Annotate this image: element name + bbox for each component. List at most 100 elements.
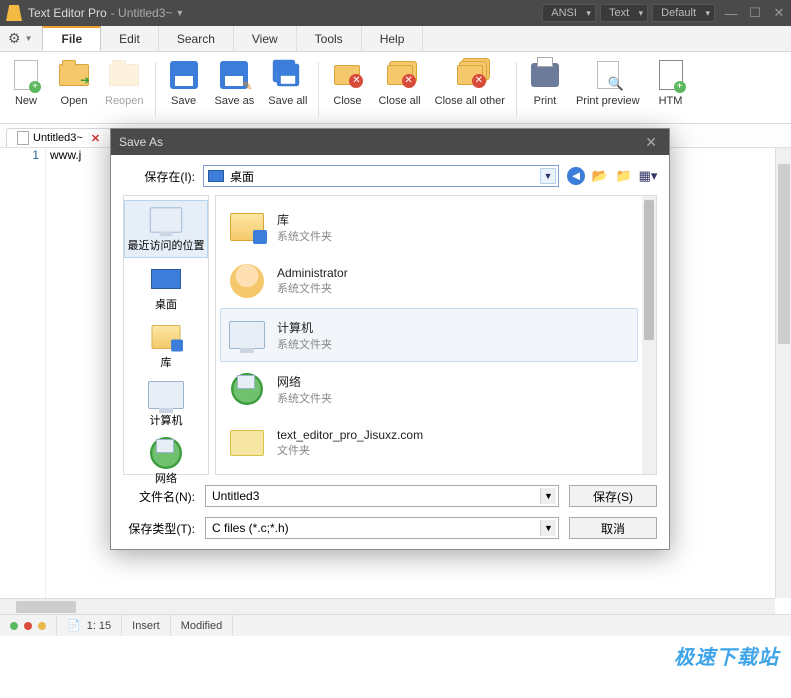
- item-name: 库: [277, 211, 332, 228]
- location-value: 桌面: [230, 168, 254, 185]
- place-label: 桌面: [124, 296, 208, 312]
- admin-icon: [227, 261, 267, 301]
- scrollbar-thumb[interactable]: [644, 200, 654, 340]
- chevron-down-icon[interactable]: ▼: [540, 520, 556, 536]
- cancel-button[interactable]: 取消: [569, 517, 657, 539]
- filename-label: 文件名(N):: [123, 488, 195, 505]
- filename-value: Untitled3: [212, 489, 259, 503]
- document-tab[interactable]: Untitled3~ ✕: [6, 128, 111, 147]
- menu-edit[interactable]: Edit: [101, 26, 159, 51]
- view-menu-icon[interactable]: ▦▾: [639, 167, 657, 185]
- place-computer[interactable]: 计算机: [124, 376, 208, 432]
- ribbon: NewOpenReopenSave✎Save asSave all✕Close✕…: [0, 52, 791, 124]
- yellow-indicator-icon: [38, 622, 46, 630]
- file-item-folder[interactable]: text_editor_pro_Jisuxz.com文件夹: [220, 416, 638, 470]
- up-icon[interactable]: 📂: [591, 167, 609, 185]
- gear-icon[interactable]: ⚙: [4, 30, 25, 47]
- menu-tools[interactable]: Tools: [297, 26, 362, 51]
- place-recent[interactable]: 最近访问的位置: [124, 200, 208, 258]
- file-list-scrollbar[interactable]: [642, 196, 656, 474]
- close-button[interactable]: ✕Close: [323, 56, 371, 123]
- filetype-combo[interactable]: C files (*.c;*.h) ▼: [205, 517, 559, 539]
- maximize-button[interactable]: ☐: [743, 5, 767, 21]
- pc-icon: [227, 315, 267, 355]
- theme-combo[interactable]: Default: [652, 4, 715, 22]
- new-folder-icon[interactable]: 📁: [615, 167, 633, 185]
- menu-view[interactable]: View: [234, 26, 297, 51]
- place-label: 计算机: [124, 412, 208, 428]
- menu-search[interactable]: Search: [159, 26, 234, 51]
- dialog-title-bar[interactable]: Save As ✕: [111, 129, 669, 155]
- reopen-icon: [108, 59, 140, 91]
- file-list[interactable]: 库系统文件夹Administrator系统文件夹计算机系统文件夹网络系统文件夹t…: [215, 195, 657, 475]
- vertical-scrollbar[interactable]: [775, 148, 791, 598]
- h-scroll-thumb[interactable]: [16, 601, 76, 613]
- minimize-button[interactable]: —: [719, 6, 743, 21]
- chevron-down-icon[interactable]: ▼: [540, 168, 556, 184]
- ribbon-label: Print: [534, 95, 557, 107]
- save-in-label: 保存在(I):: [123, 168, 195, 185]
- file-item-pc[interactable]: 计算机系统文件夹: [220, 308, 638, 362]
- horizontal-scrollbar[interactable]: [0, 598, 775, 614]
- title-bar: Text Editor Pro - Untitled3~ ▼ ANSI Text…: [0, 0, 791, 26]
- ribbon-label: Close all other: [435, 95, 505, 107]
- insert-mode[interactable]: Insert: [122, 615, 171, 636]
- closeother-button[interactable]: ✕ Close all other: [428, 56, 512, 123]
- place-network[interactable]: 网络: [124, 434, 208, 490]
- item-type: 系统文件夹: [277, 280, 348, 296]
- file-item-net[interactable]: 网络系统文件夹: [220, 362, 638, 416]
- location-combo[interactable]: 桌面 ▼: [203, 165, 559, 187]
- saveas-icon: ✎: [218, 59, 250, 91]
- menu-help[interactable]: Help: [362, 26, 424, 51]
- preview-icon: [592, 59, 624, 91]
- closeall-button[interactable]: ✕Close all: [371, 56, 427, 123]
- menu-file[interactable]: File: [42, 26, 101, 51]
- saveas-button[interactable]: ✎Save as: [208, 56, 262, 123]
- titlebar-dropdown-icon[interactable]: ▼: [175, 8, 184, 18]
- closeother-icon: ✕: [454, 59, 486, 91]
- file-item-admin[interactable]: Administrator系统文件夹: [220, 254, 638, 308]
- preview-button[interactable]: Print preview: [569, 56, 647, 123]
- line-number: 1: [0, 148, 39, 162]
- ribbon-label: Close all: [378, 95, 420, 107]
- save-button[interactable]: Save: [160, 56, 208, 123]
- save-as-dialog: Save As ✕ 保存在(I): 桌面 ▼ ◄ 📂 📁 ▦▾ 最近访问的位置桌…: [110, 128, 670, 550]
- saveall-button[interactable]: Save all: [261, 56, 314, 123]
- desktop-icon: [148, 264, 184, 294]
- places-bar: 最近访问的位置桌面库计算机网络: [123, 195, 209, 475]
- ribbon-label: HTM: [659, 95, 683, 107]
- red-indicator-icon: [24, 622, 32, 630]
- chevron-down-icon[interactable]: ▼: [540, 488, 556, 504]
- open-button[interactable]: Open: [50, 56, 98, 123]
- dialog-close-icon[interactable]: ✕: [641, 134, 661, 151]
- filename-input[interactable]: Untitled3 ▼: [205, 485, 559, 507]
- filetype-value: C files (*.c;*.h): [212, 521, 289, 535]
- place-libraries[interactable]: 库: [124, 318, 208, 374]
- desktop-icon: [208, 170, 224, 182]
- html-button[interactable]: HTM: [647, 56, 695, 123]
- new-button[interactable]: New: [2, 56, 50, 123]
- file-item-lib[interactable]: 库系统文件夹: [220, 200, 638, 254]
- qat-dropdown-icon[interactable]: ▼: [25, 34, 39, 43]
- line-gutter: 1: [0, 148, 46, 614]
- ribbon-label: Open: [61, 95, 88, 107]
- item-name: 网络: [277, 373, 332, 390]
- place-label: 网络: [124, 470, 208, 486]
- save-button[interactable]: 保存(S): [569, 485, 657, 507]
- v-scroll-thumb[interactable]: [778, 164, 790, 344]
- document-tab-label: Untitled3~: [33, 132, 83, 144]
- close-window-button[interactable]: ✕: [767, 5, 791, 21]
- print-icon: [529, 59, 561, 91]
- print-button[interactable]: Print: [521, 56, 569, 123]
- ribbon-label: Reopen: [105, 95, 144, 107]
- new-icon: [10, 59, 42, 91]
- cursor-position: 📄 1: 15: [57, 615, 122, 636]
- app-title: Text Editor Pro: [28, 6, 107, 20]
- close-icon: ✕: [331, 59, 363, 91]
- back-icon[interactable]: ◄: [567, 167, 585, 185]
- encoding-combo[interactable]: ANSI: [542, 4, 596, 22]
- mode-combo[interactable]: Text: [600, 4, 648, 22]
- editor-line[interactable]: www.j: [46, 148, 81, 614]
- place-desktop[interactable]: 桌面: [124, 260, 208, 316]
- close-tab-icon[interactable]: ✕: [91, 132, 100, 145]
